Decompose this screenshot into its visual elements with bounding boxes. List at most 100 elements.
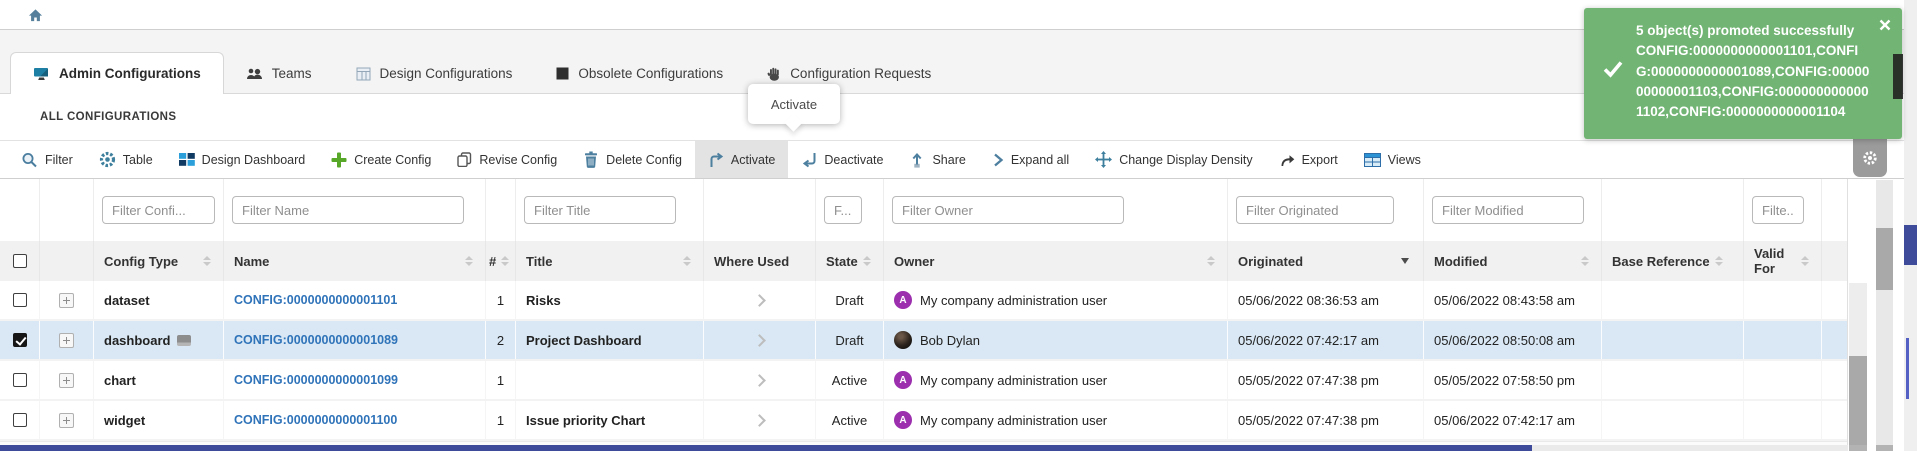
where-used-chevron[interactable] [753,374,766,387]
deactivate-button[interactable]: Deactivate [788,141,896,178]
expand-row-button[interactable] [59,333,74,348]
window-scrollbar-thumb[interactable] [1904,225,1917,265]
tab-obsolete-configurations[interactable]: Obsolete Configurations [534,54,745,93]
expand-row-button[interactable] [59,373,74,388]
row-checkbox[interactable] [13,373,27,387]
header-num[interactable]: # [486,241,516,281]
table-row[interactable]: dataset CONFIG:0000000000001101 1 Risks … [0,281,1847,321]
filter-name-input[interactable] [232,196,464,224]
filter-valid-for-input[interactable] [1752,196,1804,224]
row-checkbox[interactable] [13,413,27,427]
row-checkbox[interactable] [13,333,27,347]
header-modified[interactable]: Modified [1424,241,1602,281]
change-display-density-button[interactable]: Change Display Density [1082,141,1265,178]
owner-avatar: A [894,291,912,309]
header-where-used[interactable]: Where Used [704,241,816,281]
grid-vertical-scrollbar-thumb[interactable] [1849,356,1867,445]
revision-number: 1 [486,361,516,399]
revise-config-button[interactable]: Revise Config [444,141,570,178]
views-button[interactable]: Views [1351,141,1434,178]
header-originated[interactable]: Originated [1228,241,1424,281]
scrollbar-corner [1876,445,1893,451]
header-valid-for[interactable]: Valid For [1744,241,1822,281]
state-value: Active [816,361,884,399]
trash-icon [583,151,599,168]
activate-arrow-icon [708,152,724,168]
sort-icon [203,256,213,266]
sort-icon [465,256,475,266]
design-dashboard-button[interactable]: Design Dashboard [166,141,319,178]
base-reference-value [1602,361,1744,399]
tab-admin-configurations[interactable]: Admin Configurations [10,52,224,94]
filter-config-type-input[interactable] [102,196,215,224]
share-button[interactable]: Share [896,141,978,178]
expand-all-button[interactable]: Expand all [979,141,1082,178]
views-table-icon [1364,153,1381,167]
owner-name: My company administration user [920,293,1107,308]
expand-row-button[interactable] [59,413,74,428]
header-owner[interactable]: Owner [884,241,1228,281]
toast-title: 5 object(s) promoted successfully [1636,21,1872,41]
select-all-checkbox[interactable] [13,254,27,268]
owner-name: My company administration user [920,413,1107,428]
table-row[interactable]: dashboard CONFIG:0000000000001089 2 Proj… [0,321,1847,361]
config-link[interactable]: CONFIG:0000000000001101 [234,293,397,307]
home-icon[interactable] [28,8,43,22]
config-link[interactable]: CONFIG:0000000000001099 [234,373,398,387]
header-base-reference[interactable]: Base Reference [1602,241,1744,281]
scrollbar-corner [1849,445,1867,451]
export-arrow-icon [1279,153,1295,167]
horizontal-scrollbar-thumb[interactable] [0,445,1532,451]
copy-icon [457,152,472,167]
where-used-chevron[interactable] [753,294,766,307]
tab-teams[interactable]: Teams [224,54,334,93]
header-state[interactable]: State [816,241,884,281]
monitor-icon [33,67,50,81]
tooltip-text: Activate [771,97,817,112]
header-config-type[interactable]: Config Type [94,241,224,281]
header-name[interactable]: Name [224,241,486,281]
delete-config-button[interactable]: Delete Config [570,141,695,178]
sort-icon [1207,256,1217,266]
settings-gear-button[interactable] [1853,139,1887,177]
where-used-chevron[interactable] [753,334,766,347]
filter-state-input[interactable] [824,196,862,224]
create-config-button[interactable]: Create Config [318,141,444,178]
export-button[interactable]: Export [1266,141,1351,178]
config-type-value: dataset [104,293,150,308]
tab-design-configurations[interactable]: Design Configurations [334,54,535,93]
revision-number: 1 [486,401,516,439]
modified-value: 05/06/2022 08:50:08 am [1424,321,1602,359]
check-icon [1603,60,1623,78]
black-square-icon [556,67,569,80]
close-icon[interactable] [1879,19,1891,31]
table-row[interactable]: widget CONFIG:0000000000001100 1 Issue p… [0,401,1847,441]
where-used-chevron[interactable] [753,414,766,427]
table-button[interactable]: Table [86,141,166,178]
base-reference-value [1602,401,1744,439]
filter-button[interactable]: Filter [8,141,86,178]
row-checkbox[interactable] [13,293,27,307]
toast-config-ids: CONFIG:0000000000001101,CONFIG:000000000… [1636,41,1872,122]
config-type-value: widget [104,413,145,428]
activate-button[interactable]: Activate [695,141,788,178]
gear-icon [1862,150,1878,166]
move-arrows-icon [1095,151,1112,168]
state-value: Draft [816,281,884,319]
filter-owner-input[interactable] [892,196,1124,224]
config-link[interactable]: CONFIG:0000000000001100 [234,413,397,427]
originated-value: 05/05/2022 07:47:38 pm [1228,401,1424,439]
header-title[interactable]: Title [516,241,704,281]
table-body: dataset CONFIG:0000000000001101 1 Risks … [0,281,1847,441]
filter-title-input[interactable] [524,196,676,224]
filter-originated-input[interactable] [1236,196,1394,224]
expand-row-button[interactable] [59,293,74,308]
panel-vertical-scrollbar-thumb[interactable] [1876,228,1893,290]
title-value: Project Dashboard [516,321,704,359]
table-row[interactable]: chart CONFIG:0000000000001099 1 Active A… [0,361,1847,401]
revision-number: 1 [486,281,516,319]
share-up-arrow-icon [909,152,925,168]
filter-modified-input[interactable] [1432,196,1584,224]
config-link[interactable]: CONFIG:0000000000001089 [234,333,398,347]
plus-icon [331,152,347,168]
